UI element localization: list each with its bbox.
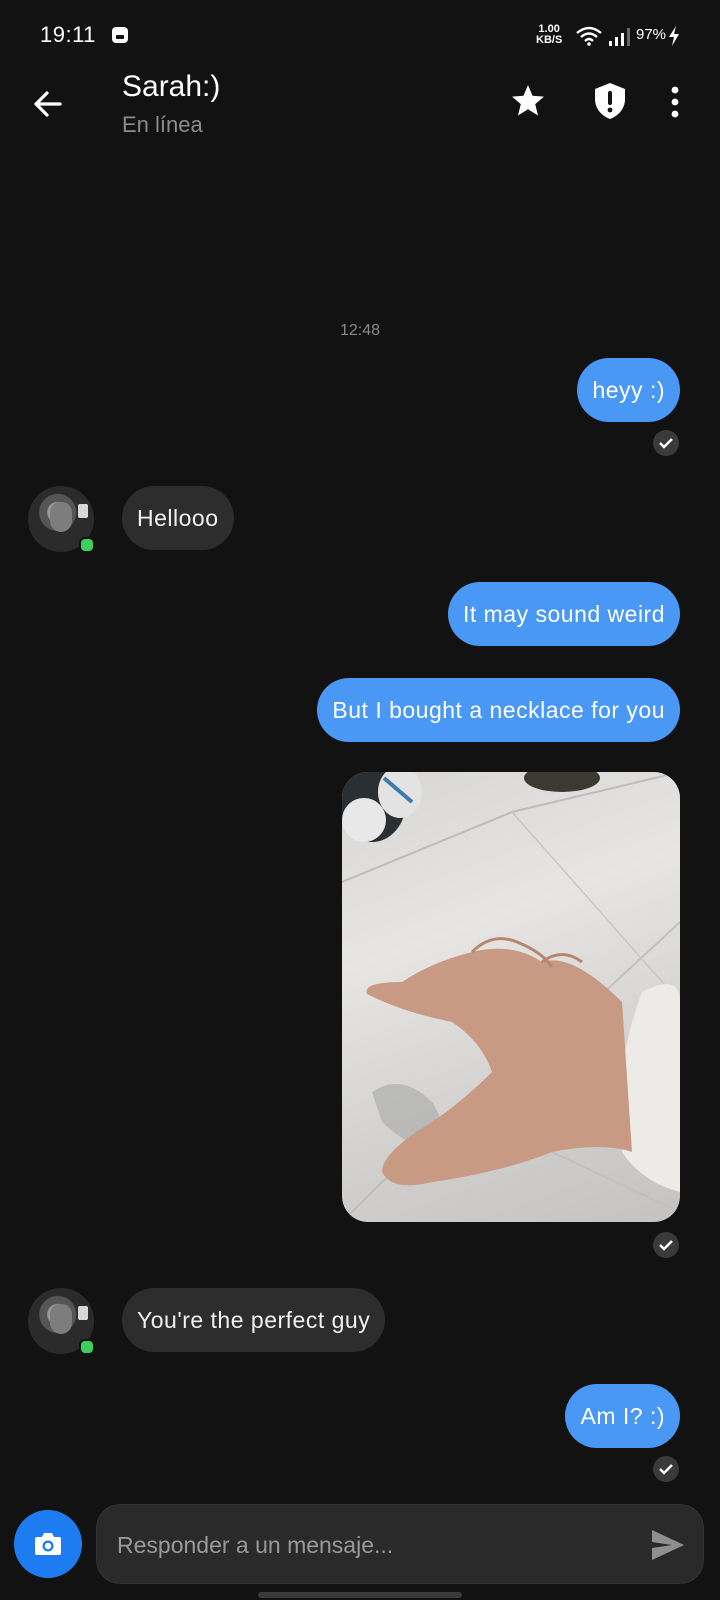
signal-icon [609, 28, 630, 46]
charging-bolt-icon [669, 26, 679, 46]
star-icon[interactable] [510, 83, 546, 119]
image-message[interactable] [342, 772, 680, 1222]
outgoing-message[interactable]: heyy :) [577, 358, 680, 422]
app-notification-icon [112, 27, 128, 43]
status-time: 19:11 [40, 22, 96, 47]
back-arrow-icon[interactable] [28, 84, 68, 124]
incoming-message[interactable]: You're the perfect guy [122, 1288, 386, 1352]
read-receipt-icon [653, 430, 679, 456]
network-speed: 1.00 KB/S [536, 24, 562, 46]
read-receipt-icon [653, 1456, 679, 1482]
incoming-message[interactable]: Hellooo [122, 486, 234, 550]
camera-icon [35, 1533, 61, 1555]
network-speed-unit: KB/S [536, 34, 563, 46]
home-indicator[interactable] [258, 1592, 462, 1598]
camera-button[interactable] [14, 1510, 82, 1578]
message-composer [96, 1504, 704, 1584]
online-indicator [79, 1339, 95, 1355]
online-indicator [79, 537, 95, 553]
outgoing-message[interactable]: Am I? :) [565, 1384, 680, 1448]
outgoing-message[interactable]: But I bought a necklace for you [317, 678, 680, 742]
photo-content [342, 772, 680, 1222]
battery-level: 97% [636, 26, 667, 43]
conversation-timestamp: 12:48 [339, 322, 381, 339]
send-icon[interactable] [650, 1528, 686, 1562]
contact-status: En línea [122, 112, 203, 137]
message-input[interactable] [115, 1527, 619, 1563]
outgoing-message[interactable]: It may sound weird [447, 582, 680, 646]
contact-name[interactable]: Sarah:) [122, 70, 220, 104]
read-receipt-icon [653, 1232, 679, 1258]
more-vert-icon[interactable] [670, 86, 680, 118]
wifi-icon [576, 26, 602, 46]
shield-alert-icon[interactable] [592, 82, 628, 120]
